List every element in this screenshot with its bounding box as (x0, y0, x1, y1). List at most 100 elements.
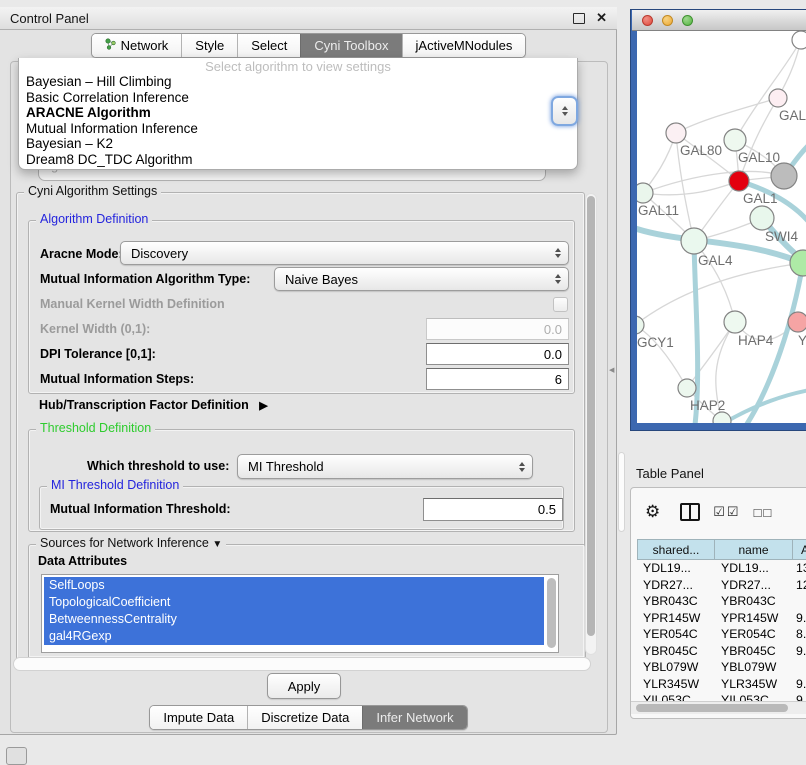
data-attribute-item[interactable]: SelfLoops (44, 577, 544, 594)
table-cell[interactable]: YER054C (715, 626, 793, 643)
table-cell[interactable] (793, 593, 806, 610)
control-panel-titlebar[interactable]: Control Panel ✕ (0, 7, 617, 30)
network-edge[interactable] (637, 263, 803, 325)
settings-vertical-scrollbar[interactable] (585, 193, 597, 655)
close-icon[interactable]: ✕ (596, 13, 607, 23)
network-node-gal1[interactable] (729, 171, 749, 191)
mi-algorithm-type-select[interactable]: Naive Bayes (274, 267, 569, 291)
table-row[interactable]: YBL079WYBL079W (637, 659, 806, 676)
table-cell[interactable]: YBR045C (637, 643, 715, 660)
network-node[interactable] (771, 163, 797, 189)
algorithm-dropdown-item[interactable]: Dream8 DC_TDC Algorithm (19, 152, 577, 168)
table-row[interactable]: YBR043CYBR043C (637, 593, 806, 610)
apply-button[interactable]: Apply (267, 673, 341, 699)
hub-tf-definition-toggle[interactable]: Hub/Transcription Factor Definition ▶ (39, 396, 268, 415)
network-window-titlebar[interactable] (632, 10, 806, 31)
table-cell[interactable]: 9. (793, 676, 806, 693)
scrollbar-thumb[interactable] (587, 196, 595, 636)
close-window-icon[interactable] (642, 15, 653, 26)
tab-jactivemnodules[interactable]: jActiveMNodules (402, 34, 526, 57)
table-cell[interactable]: YIL053C (637, 692, 715, 701)
unselect-all-columns-icon[interactable]: □□ (754, 505, 774, 520)
column-header-a[interactable]: A (793, 539, 806, 560)
tab-network[interactable]: Network (92, 34, 182, 57)
zoom-window-icon[interactable] (682, 15, 693, 26)
network-node-gal[interactable] (769, 89, 787, 107)
minimize-window-icon[interactable] (662, 15, 673, 26)
tab-style[interactable]: Style (181, 34, 237, 57)
dpi-tolerance-input[interactable] (426, 343, 569, 365)
table-cell[interactable]: YBR045C (715, 643, 793, 660)
network-edge[interactable] (676, 98, 778, 133)
splitter-collapse-icon[interactable]: ◀ (609, 366, 614, 374)
column-header-name[interactable]: name (715, 539, 793, 560)
table-row[interactable]: YLR345WYLR345W9. (637, 676, 806, 693)
table-row[interactable]: YER054CYER054C8. (637, 626, 806, 643)
data-attribute-item[interactable]: gal4RGexp (44, 628, 544, 645)
tab-cyni-toolbox[interactable]: Cyni Toolbox (300, 34, 401, 57)
tab-select[interactable]: Select (237, 34, 300, 57)
table-cell[interactable]: YBL079W (637, 659, 715, 676)
algorithm-dropdown-item[interactable]: ARACNE Algorithm (19, 105, 577, 121)
tab-discretize-data[interactable]: Discretize Data (247, 706, 362, 729)
table-cell[interactable]: YDL19... (637, 560, 715, 577)
table-cell[interactable]: 9. (793, 692, 806, 701)
kernel-width-input[interactable] (426, 318, 569, 340)
table-cell[interactable]: YER054C (637, 626, 715, 643)
network-node-hap4[interactable] (724, 311, 746, 333)
table-cell[interactable]: YDR27... (715, 577, 793, 594)
data-attributes-list[interactable]: SelfLoopsTopologicalCoefficientBetweenne… (41, 574, 559, 653)
float-panel-icon[interactable] (573, 13, 585, 24)
select-all-columns-icon[interactable]: ☑☑ (713, 504, 740, 520)
table-cell[interactable]: 9. (793, 610, 806, 627)
table-cell[interactable]: 12 (793, 577, 806, 594)
list-scrollbar[interactable] (547, 578, 556, 648)
table-cell[interactable]: YBR043C (715, 593, 793, 610)
table-cell[interactable]: YDL19... (715, 560, 793, 577)
table-row[interactable]: YDR27...YDR27...12 (637, 577, 806, 594)
manual-kernel-checkbox[interactable] (553, 297, 568, 312)
which-threshold-select[interactable]: MI Threshold (237, 454, 533, 479)
table-horizontal-scrollbar[interactable] (631, 701, 806, 714)
data-attribute-item[interactable]: TopologicalCoefficient (44, 594, 544, 611)
table-cell[interactable]: YDR27... (637, 577, 715, 594)
table-row[interactable]: YIL053CYIL053C9. (637, 692, 806, 701)
algorithm-dropdown-item[interactable]: Bayesian – Hill Climbing (19, 74, 577, 90)
table-row[interactable]: YPR145WYPR145W9. (637, 610, 806, 627)
split-columns-icon[interactable] (680, 503, 700, 521)
aracne-mode-select[interactable]: Discovery (120, 241, 569, 265)
collapsed-panel-button[interactable] (6, 747, 27, 765)
network-node-gal80[interactable] (666, 123, 686, 143)
network-node-gal4[interactable] (681, 228, 707, 254)
algorithm-dropdown-item[interactable]: Bayesian – K2 (19, 136, 577, 152)
network-node-hap2[interactable] (678, 379, 696, 397)
network-edge[interactable] (735, 40, 801, 140)
table-row[interactable]: YDL19...YDL19...13 (637, 560, 806, 577)
scrollbar-thumb[interactable] (636, 704, 788, 712)
table-row[interactable]: YBR045CYBR045C9. (637, 643, 806, 660)
table-cell[interactable]: YPR145W (715, 610, 793, 627)
network-node-gal11[interactable] (637, 183, 653, 203)
table-cell[interactable]: 9. (793, 643, 806, 660)
mi-steps-input[interactable] (426, 368, 569, 390)
network-node-swi4[interactable] (750, 206, 774, 230)
expand-right-icon[interactable]: ▶ (259, 400, 267, 412)
mi-threshold-input[interactable] (423, 498, 563, 521)
data-attribute-item[interactable]: BetweennessCentrality (44, 611, 544, 628)
algorithm-dropdown-item[interactable]: Basic Correlation Inference (19, 90, 577, 106)
table-cell[interactable]: YPR145W (637, 610, 715, 627)
algorithm-combo-arrow[interactable] (551, 96, 578, 126)
panel-divider-scrollbar[interactable] (618, 452, 625, 532)
tab-impute-data[interactable]: Impute Data (150, 706, 247, 729)
network-node-gal10[interactable] (724, 129, 746, 151)
table-cell[interactable] (793, 659, 806, 676)
network-node[interactable] (713, 412, 731, 423)
network-node[interactable] (792, 31, 806, 49)
network-edge[interactable] (687, 322, 735, 388)
table-cell[interactable]: YBL079W (715, 659, 793, 676)
algorithm-dropdown-item[interactable]: Mutual Information Inference (19, 121, 577, 137)
table-cell[interactable]: 13 (793, 560, 806, 577)
table-cell[interactable]: 8. (793, 626, 806, 643)
gear-icon[interactable]: ⚙ (645, 503, 660, 521)
network-canvas[interactable]: GALGAL80GAL10GAL1GAL11SWI4GAL4GCY1HAP4YH… (637, 31, 806, 423)
